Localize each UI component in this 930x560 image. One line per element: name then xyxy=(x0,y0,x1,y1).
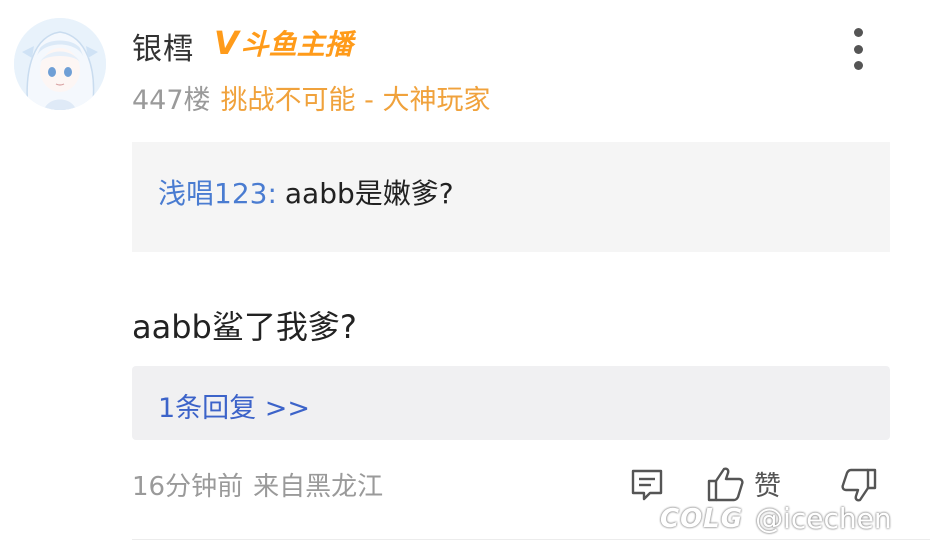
username[interactable]: 银樰 xyxy=(132,24,194,68)
comment-text: aabb鲨了我爹? xyxy=(132,308,357,346)
more-options-button[interactable] xyxy=(842,28,874,70)
post-time: 16分钟前 xyxy=(132,472,244,502)
streamer-badge: V 斗鱼主播 xyxy=(214,24,353,62)
avatar-image xyxy=(14,18,106,110)
quoted-text: aabb是嫩爹? xyxy=(284,177,454,210)
post-meta: 447楼 挑战不可能 - 大神玩家 xyxy=(132,78,490,117)
watermark: COLG @icechen xyxy=(660,502,892,535)
like-label: 赞 xyxy=(754,471,781,502)
watermark-logo: COLG xyxy=(660,503,744,534)
badge-v-mark: V xyxy=(214,24,239,62)
quoted-username[interactable]: 浅唱123: xyxy=(158,177,277,210)
comment-icon xyxy=(631,469,663,501)
badge-text: 斗鱼主播 xyxy=(240,28,353,61)
comment-button[interactable] xyxy=(628,466,666,504)
thumbs-down-icon xyxy=(841,468,877,502)
divider xyxy=(132,539,930,540)
replies-link[interactable]: 1条回复 >> xyxy=(132,366,890,440)
post-location: 来自黑龙江 xyxy=(253,472,384,502)
quoted-comment[interactable]: 浅唱123: aabb是嫩爹? xyxy=(132,142,890,252)
more-vertical-icon xyxy=(853,28,863,37)
user-title: 挑战不可能 - 大神玩家 xyxy=(220,85,491,116)
dislike-button[interactable] xyxy=(840,466,878,504)
thumbs-up-icon xyxy=(707,467,744,501)
floor-number: 447楼 xyxy=(132,85,211,116)
post-footer-info: 16分钟前 来自黑龙江 xyxy=(132,466,383,503)
watermark-handle: @icechen xyxy=(755,502,892,535)
avatar[interactable] xyxy=(14,18,106,110)
like-button[interactable]: 赞 xyxy=(706,464,781,503)
